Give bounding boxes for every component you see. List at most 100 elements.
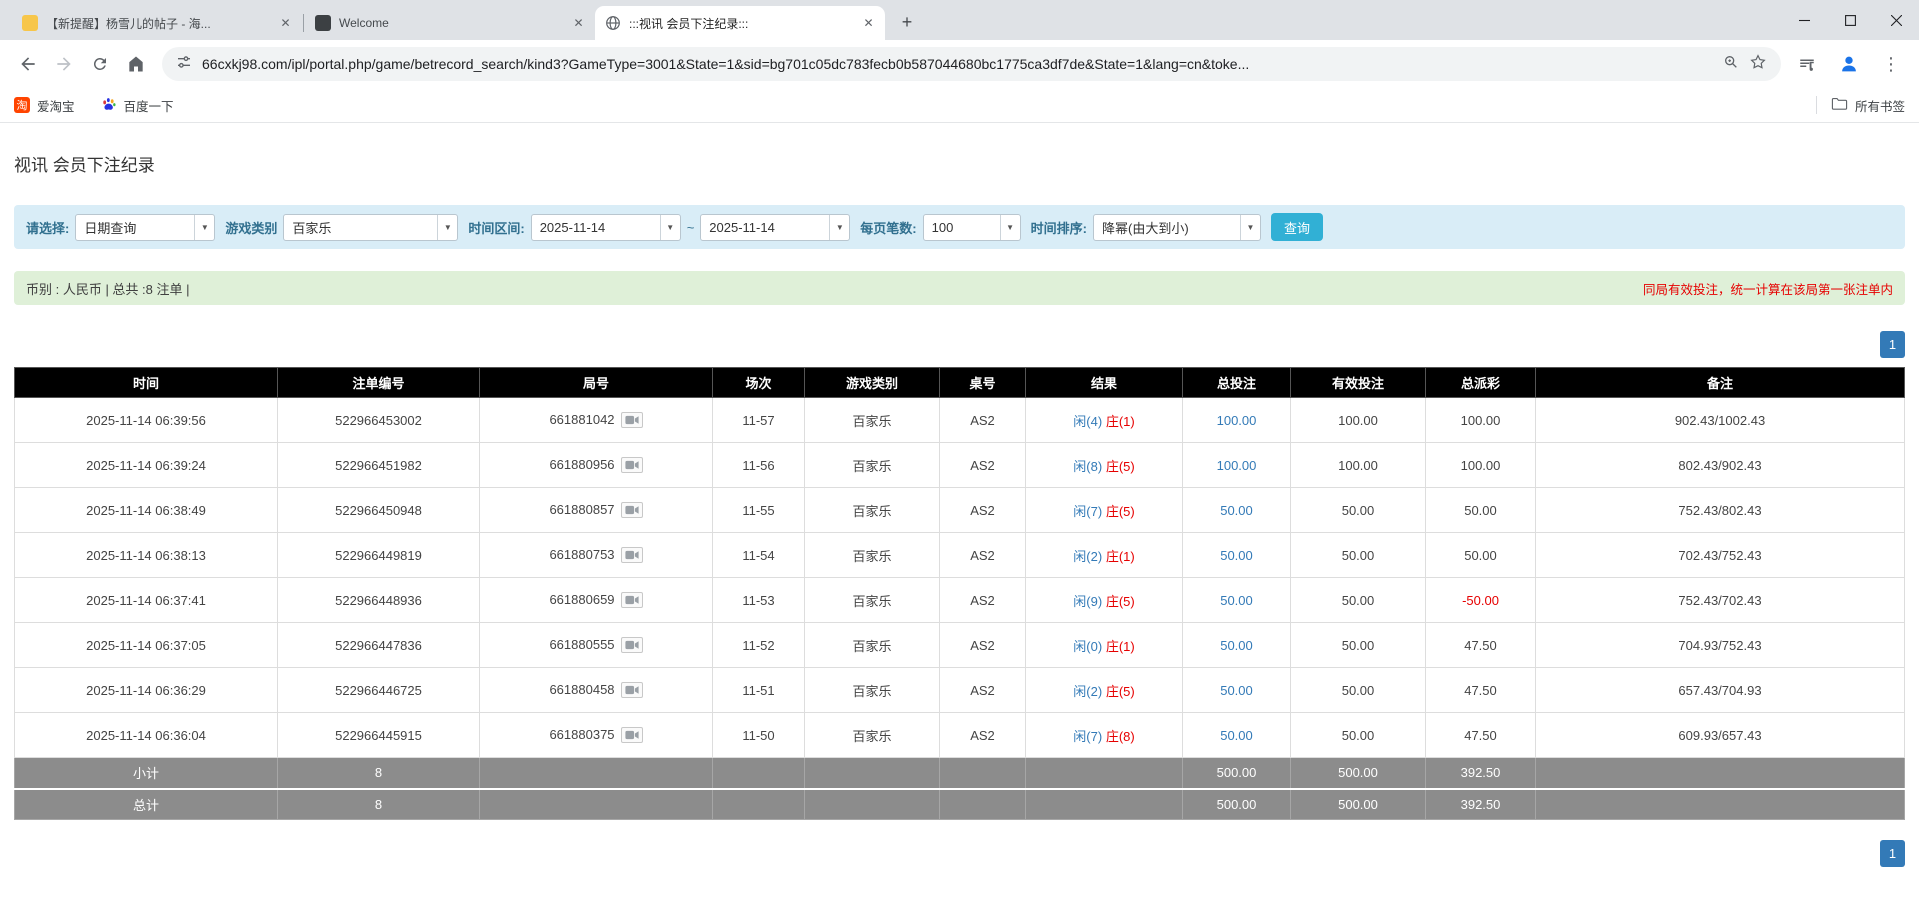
cell-payout: 50.00 (1425, 532, 1536, 578)
bookmark-star-icon[interactable] (1749, 53, 1767, 76)
video-icon[interactable] (620, 592, 643, 609)
subtotal-count: 8 (277, 757, 480, 789)
chevron-down-icon[interactable]: ▼ (829, 214, 849, 240)
site-info-icon[interactable] (176, 54, 192, 75)
tab-close-icon[interactable]: ✕ (570, 15, 587, 32)
total-bet-link[interactable]: 100.00 (1217, 413, 1257, 428)
cell-bet-id: 522966448936 (277, 577, 480, 623)
video-icon[interactable] (620, 502, 643, 519)
home-icon[interactable] (118, 46, 154, 82)
browser-window: 【新提醒】杨雪儿的帖子 - 海... ✕ Welcome ✕ :::视讯 会员下… (0, 0, 1919, 123)
tab-welcome[interactable]: Welcome ✕ (305, 6, 595, 40)
tab-close-icon[interactable]: ✕ (277, 15, 294, 32)
result-player: 闲(4) (1073, 413, 1103, 429)
total-bet-link[interactable]: 50.00 (1220, 503, 1253, 518)
all-bookmarks-button[interactable]: 所有书签 (1831, 96, 1905, 115)
per-page-dropdown[interactable]: 100 ▼ (922, 213, 1021, 241)
maximize-button[interactable] (1827, 0, 1873, 40)
close-button[interactable] (1873, 0, 1919, 40)
total-bet-link[interactable]: 50.00 (1220, 683, 1253, 698)
range-separator: ~ (686, 219, 695, 235)
total-bet-link[interactable]: 50.00 (1220, 548, 1253, 563)
address-bar[interactable]: 66cxkj98.com/ipl/portal.php/game/betreco… (162, 47, 1781, 81)
cell-total-bet: 50.00 (1182, 712, 1291, 758)
chevron-down-icon[interactable]: ▼ (999, 214, 1020, 240)
column-header: 桌号 (939, 367, 1026, 398)
chevron-down-icon[interactable]: ▼ (1239, 214, 1260, 240)
page-1-button[interactable]: 1 (1880, 331, 1905, 358)
total-bet-link[interactable]: 50.00 (1220, 638, 1253, 653)
result-banker: 庄(1) (1105, 638, 1135, 654)
browser-actions: ⋮ (1789, 46, 1909, 82)
cell-bet-id: 522966446725 (277, 667, 480, 713)
cell-session: 11-56 (712, 442, 805, 488)
query-type-dropdown[interactable]: 日期查询 ▼ (75, 213, 216, 241)
date-from-dropdown[interactable]: 2025-11-14 ▼ (530, 213, 681, 241)
empty-cell (1025, 757, 1183, 789)
chevron-down-icon[interactable]: ▼ (194, 214, 214, 240)
zoom-icon[interactable] (1723, 54, 1739, 75)
chevron-down-icon[interactable]: ▼ (437, 214, 457, 240)
page-1-button[interactable]: 1 (1880, 840, 1905, 867)
cell-session: 11-52 (712, 622, 805, 668)
new-tab-button[interactable]: + (893, 8, 921, 36)
taobao-icon: 淘 (14, 97, 30, 113)
profile-avatar-icon[interactable] (1831, 46, 1867, 82)
payout-value: 47.50 (1464, 682, 1497, 698)
bookmark-aitaobao[interactable]: 淘 爱淘宝 (14, 96, 75, 115)
video-icon[interactable] (620, 682, 643, 699)
column-header: 备注 (1535, 367, 1905, 398)
date-to-dropdown[interactable]: 2025-11-14 ▼ (700, 213, 851, 241)
pagination-bottom: 1 (14, 840, 1905, 867)
total-bet-link[interactable]: 50.00 (1220, 728, 1253, 743)
tab-forum[interactable]: 【新提醒】杨雪儿的帖子 - 海... ✕ (12, 6, 302, 40)
back-icon[interactable] (10, 46, 46, 82)
total-bet-link[interactable]: 50.00 (1220, 593, 1253, 608)
sort-dropdown[interactable]: 降幂(由大到小) ▼ (1092, 213, 1261, 241)
column-header: 总派彩 (1425, 367, 1536, 398)
video-icon[interactable] (620, 637, 643, 654)
welcome-favicon-icon (315, 15, 331, 31)
bet-records-table: 时间 注单编号 局号 场次 游戏类别 桌号 结果 总投注 有效投注 总派彩 备注 2025-11-1… (14, 367, 1905, 820)
column-header: 总投注 (1182, 367, 1291, 398)
result-banker: 庄(5) (1105, 593, 1135, 609)
result-player: 闲(9) (1073, 593, 1103, 609)
window-controls (1781, 0, 1919, 40)
cell-table-no: AS2 (939, 442, 1026, 488)
video-icon[interactable] (620, 547, 643, 564)
tab-close-icon[interactable]: ✕ (860, 15, 877, 32)
cell-session: 11-51 (712, 667, 805, 713)
reload-icon[interactable] (82, 46, 118, 82)
result-banker: 庄(5) (1105, 458, 1135, 474)
cell-result: 闲(9) 庄(5) (1025, 577, 1183, 623)
cell-game-type: 百家乐 (804, 667, 940, 713)
minimize-button[interactable] (1781, 0, 1827, 40)
cell-table-no: AS2 (939, 532, 1026, 578)
total-bet-link[interactable]: 100.00 (1217, 458, 1257, 473)
game-type-dropdown[interactable]: 百家乐 ▼ (283, 213, 459, 241)
payout-value: 47.50 (1464, 727, 1497, 743)
cell-valid-bet: 100.00 (1290, 397, 1426, 443)
table-row: 2025-11-14 06:36:04 522966445915 661880375… (14, 712, 1905, 758)
bookmark-baidu[interactable]: 百度一下 (101, 96, 174, 115)
video-icon[interactable] (620, 412, 643, 429)
video-icon[interactable] (620, 457, 643, 474)
media-controls-icon[interactable] (1789, 46, 1825, 82)
forward-icon[interactable] (46, 46, 82, 82)
cell-result: 闲(4) 庄(1) (1025, 397, 1183, 443)
cell-payout: 47.50 (1425, 667, 1536, 713)
video-icon[interactable] (620, 727, 643, 744)
browser-menu-icon[interactable]: ⋮ (1873, 46, 1909, 82)
cell-total-bet: 100.00 (1182, 397, 1291, 443)
tab-title: :::视讯 会员下注纪录::: (629, 16, 749, 31)
cell-valid-bet: 50.00 (1290, 712, 1426, 758)
chevron-down-icon[interactable]: ▼ (659, 214, 680, 240)
cell-total-bet: 50.00 (1182, 667, 1291, 713)
empty-cell (479, 787, 713, 820)
grand-total-row: 总计 8 500.00 500.00 392.50 (14, 787, 1905, 820)
cell-table-no: AS2 (939, 397, 1026, 443)
tab-bet-records[interactable]: :::视讯 会员下注纪录::: ✕ (595, 6, 885, 40)
cell-round-id: 661881042 (479, 397, 713, 443)
cell-time: 2025-11-14 06:36:04 (14, 712, 278, 758)
search-button[interactable]: 查询 (1270, 213, 1323, 241)
